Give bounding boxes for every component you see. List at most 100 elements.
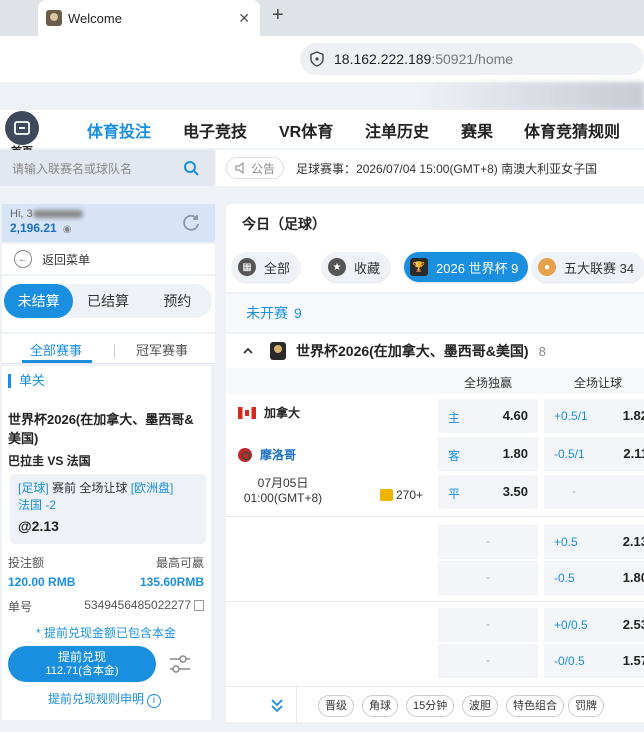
- username-redacted: [32, 210, 83, 219]
- cashout-button[interactable]: 提前兑现 112.71(含本金): [8, 646, 156, 682]
- browser-tab[interactable]: Welcome ✕: [38, 0, 260, 36]
- handicap-cell[interactable]: -0.5 1.80: [544, 561, 644, 595]
- new-tab-button[interactable]: +: [272, 4, 284, 27]
- tab-all-events[interactable]: 全部赛事: [30, 340, 82, 359]
- close-tab-icon[interactable]: ✕: [238, 10, 250, 27]
- active-tab-indicator: [22, 360, 92, 363]
- bet-description: 赛前 全场让球: [52, 481, 128, 495]
- refresh-icon[interactable]: [181, 212, 201, 232]
- user-panel: Hi, 3 2,196.21 ◉: [2, 204, 215, 242]
- chip-worldcup[interactable]: 🏆 2026 世界杯 9: [404, 252, 529, 282]
- odds-cell-away[interactable]: 客 1.80: [438, 437, 538, 471]
- tab-reserved[interactable]: 预约: [143, 284, 212, 318]
- market-tag[interactable]: 特色组合: [506, 695, 564, 717]
- cashout-slider-icon[interactable]: [168, 652, 192, 676]
- market-tag[interactable]: 波胆: [462, 695, 498, 717]
- odds-cell-empty: -: [438, 608, 538, 642]
- market-tag[interactable]: 罚牌: [568, 695, 604, 717]
- upcoming-header[interactable]: 未开赛 9: [226, 294, 644, 332]
- market-column-header: 全场独赢 全场让球: [226, 368, 644, 394]
- chevron-up-icon[interactable]: [242, 345, 254, 357]
- handicap-cell[interactable]: -0/0.5 1.57: [544, 644, 644, 678]
- bet-market-tag: [欧洲盘]: [130, 481, 174, 495]
- odds-value: 1.80: [502, 446, 528, 461]
- outcome-label: 主: [448, 411, 461, 425]
- today-heading: 今日（足球）: [226, 204, 644, 246]
- nav-vr-sports[interactable]: VR体育: [279, 118, 333, 142]
- bet-selection: 法国 -2: [18, 498, 57, 512]
- upcoming-label: 未开赛: [246, 305, 288, 321]
- empty-marker: -: [572, 484, 576, 498]
- max-win-label: 最高可赢: [155, 556, 204, 570]
- handicap-cell-empty: -: [544, 475, 644, 509]
- more-markets[interactable]: 270+: [380, 488, 423, 502]
- ticket-label: 单号: [8, 600, 33, 614]
- event-sub-tabs: 全部赛事 冠军赛事: [2, 334, 215, 364]
- handicap-cell[interactable]: +0/0.5 2.53: [544, 608, 644, 642]
- nav-sports-betting[interactable]: 体育投注: [87, 118, 151, 142]
- search-input[interactable]: 请输入联赛名或球队名: [12, 160, 183, 177]
- market-tag[interactable]: 晋级: [318, 695, 354, 717]
- odds-value: 2.13: [622, 534, 644, 549]
- leagues-icon: ●: [538, 258, 556, 276]
- worldcup-icon: 🏆: [410, 258, 428, 276]
- handicap-cell[interactable]: +0.5/1 1.82: [544, 399, 644, 433]
- home-team: 加拿大: [238, 404, 300, 421]
- cashout-note: * 提前兑现金额已包含本金: [36, 626, 177, 640]
- ticket-number-wrap: 5349456485022277: [84, 598, 204, 612]
- match-time: 07月05日 01:00(GMT+8): [238, 476, 328, 506]
- address-bar[interactable]: 18.162.222.189:50921/home: [300, 43, 644, 75]
- empty-marker: -: [486, 617, 490, 631]
- announcement-chip[interactable]: 公告: [226, 157, 285, 179]
- divider: [114, 344, 115, 358]
- max-win-value: 135.60RMB: [139, 575, 204, 589]
- odds-cell-home[interactable]: 主 4.60: [438, 399, 538, 433]
- tab-settled[interactable]: 已结算: [73, 284, 142, 318]
- empty-marker: -: [486, 653, 490, 667]
- site-info-icon[interactable]: [310, 51, 324, 67]
- odds-value: 2.53: [622, 617, 644, 632]
- filter-chips: ▦ 全部 ★ 收藏 🏆 2026 世界杯 9 ● 五大联赛 34: [226, 246, 644, 292]
- back-to-menu[interactable]: ← 返回菜单: [2, 244, 215, 274]
- home-button[interactable]: 首页: [2, 111, 42, 158]
- league-search[interactable]: 请输入联赛名或球队名: [0, 150, 215, 186]
- nav-results[interactable]: 赛果: [461, 118, 493, 142]
- info-icon[interactable]: i: [147, 694, 162, 708]
- eye-icon[interactable]: ◉: [63, 224, 72, 235]
- tab-unsettled[interactable]: 未结算: [4, 284, 74, 318]
- nav-bet-history[interactable]: 注单历史: [365, 118, 429, 142]
- search-icon[interactable]: [183, 160, 199, 176]
- chip-all[interactable]: ▦ 全部: [232, 252, 301, 282]
- chip-top-leagues[interactable]: ● 五大联赛 34: [532, 252, 644, 282]
- copy-icon[interactable]: [194, 600, 204, 612]
- market-tags-bar: 晋级 角球 15分钟 波胆 特色组合 罚牌: [226, 686, 644, 723]
- market-tag[interactable]: 角球: [362, 695, 398, 717]
- row-divider: [226, 601, 644, 602]
- back-menu-label: 返回菜单: [42, 252, 91, 267]
- double-chevron-down-icon[interactable]: [270, 697, 284, 713]
- market-tag[interactable]: 15分钟: [406, 695, 455, 717]
- status-pill-row: 未结算 已结算 预约: [4, 284, 212, 318]
- odds-cell-empty: -: [438, 525, 538, 559]
- stake-row-values: 120.00 RMB 135.60RMB: [8, 575, 208, 589]
- bet-status-tabs: 未结算 已结算 预约: [2, 276, 215, 332]
- handicap-cell[interactable]: +0.5 2.13: [544, 525, 644, 559]
- row-divider: [226, 516, 644, 517]
- nav-rules[interactable]: 体育竞猜规则: [524, 118, 620, 142]
- tab-outright-events[interactable]: 冠军赛事: [136, 340, 188, 359]
- cashout-rules-link[interactable]: 提前兑现规则申明 i: [48, 690, 162, 708]
- handicap-line: +0/0.5: [554, 618, 588, 632]
- stake-row-labels: 投注额 最高可赢: [8, 554, 208, 571]
- nav-esports[interactable]: 电子竞技: [183, 118, 247, 142]
- announcement-bar: 公告 足球赛事：2026/07/04 15:00(GMT+8) 南澳大利亚女子国: [216, 150, 644, 186]
- chip-all-label: 全部: [264, 260, 291, 276]
- chip-favorites[interactable]: ★ 收藏: [322, 252, 391, 282]
- balance: 2,196.21: [10, 221, 57, 235]
- league-header[interactable]: 世界杯2026(在加拿大、墨西哥&美国) 8: [226, 334, 644, 368]
- odds-cell-draw[interactable]: 平 3.50: [438, 475, 538, 509]
- odds-value: 1.80: [622, 570, 644, 585]
- handicap-cell[interactable]: -0.5/1 2.11: [544, 437, 644, 471]
- handicap-line: -0.5/1: [554, 447, 585, 461]
- single-bet-header: 单关: [8, 374, 45, 388]
- url-text: 18.162.222.189:50921/home: [334, 51, 513, 67]
